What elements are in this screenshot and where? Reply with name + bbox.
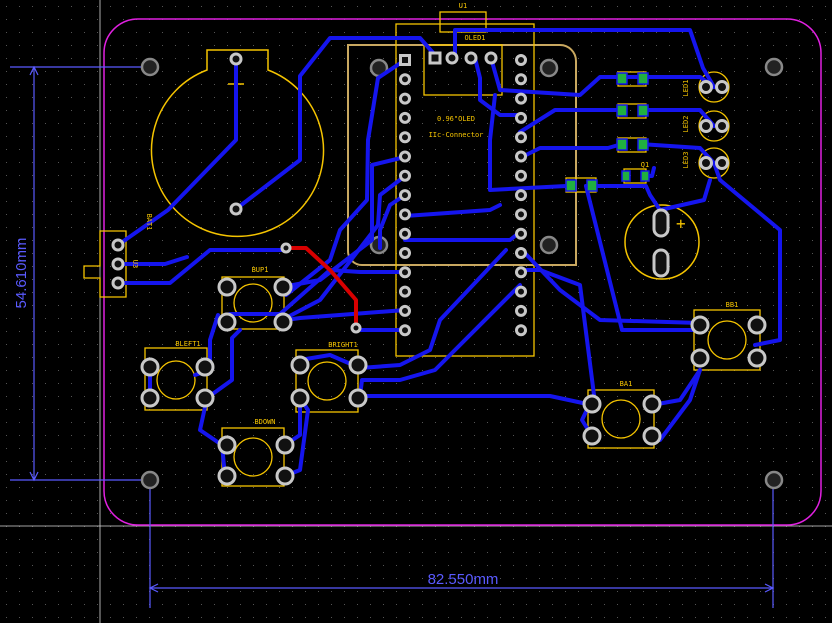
pad bbox=[515, 324, 527, 337]
pad bbox=[399, 247, 411, 259]
pad bbox=[217, 277, 237, 297]
pad bbox=[217, 312, 237, 332]
width-dimension-label: 82.550mm bbox=[428, 571, 499, 588]
pad bbox=[140, 388, 160, 408]
pad bbox=[582, 394, 602, 414]
pad bbox=[690, 315, 710, 335]
label-bup1: BUP1 bbox=[252, 266, 269, 274]
pad bbox=[747, 348, 767, 368]
pad bbox=[399, 266, 411, 279]
pad bbox=[111, 238, 125, 252]
pad bbox=[399, 111, 411, 124]
pad bbox=[515, 227, 527, 240]
pad bbox=[699, 156, 713, 170]
label-bb1: BB1 bbox=[726, 301, 739, 309]
pad bbox=[399, 54, 411, 66]
label-led2: LED2 bbox=[682, 116, 690, 133]
pad bbox=[515, 150, 527, 163]
pad bbox=[275, 466, 295, 486]
label-u1: U1 bbox=[459, 2, 467, 10]
pad bbox=[699, 80, 713, 94]
label-cap-plus: + bbox=[676, 214, 686, 233]
pad bbox=[515, 111, 527, 124]
height-dimension-label: 54.610mm bbox=[13, 238, 30, 309]
pad bbox=[399, 208, 411, 221]
pcb-layout: 82.550mm 54.610mm U1 OLED1 0.96"OLED IIc… bbox=[0, 0, 832, 623]
pad bbox=[690, 348, 710, 368]
label-led1: LED1 bbox=[682, 80, 690, 97]
pad bbox=[399, 189, 411, 202]
pcb-canvas: 82.550mm 54.610mm U1 OLED1 0.96"OLED IIc… bbox=[0, 0, 832, 623]
pad bbox=[515, 169, 527, 182]
pad bbox=[217, 435, 237, 455]
pad bbox=[399, 285, 411, 298]
pad bbox=[229, 52, 243, 66]
pad bbox=[515, 54, 527, 66]
pad bbox=[195, 357, 215, 377]
pad bbox=[515, 73, 527, 86]
pad bbox=[399, 131, 411, 144]
label-ba1: BA1 bbox=[620, 380, 633, 388]
pad bbox=[515, 266, 527, 279]
pad bbox=[428, 51, 442, 65]
pad bbox=[484, 51, 498, 65]
pad bbox=[715, 119, 729, 133]
label-q1: Q1 bbox=[641, 161, 649, 169]
pad bbox=[515, 131, 527, 144]
pad bbox=[515, 189, 527, 202]
pad bbox=[642, 394, 662, 414]
pad bbox=[515, 92, 527, 105]
pad bbox=[515, 208, 527, 221]
label-bdown: BDOWN bbox=[254, 418, 275, 426]
pad bbox=[275, 435, 295, 455]
label-bleft1: BLEFT1 bbox=[175, 340, 200, 348]
pad bbox=[747, 315, 767, 335]
pad bbox=[582, 426, 602, 446]
pad bbox=[350, 322, 362, 334]
pad bbox=[273, 312, 293, 332]
label-oled-connector: IIc-Connector bbox=[429, 131, 484, 139]
pad bbox=[464, 51, 478, 65]
label-u3: U3 bbox=[131, 260, 139, 268]
label-oled-type: 0.96"OLED bbox=[437, 115, 475, 123]
label-bat1: BAT1 bbox=[145, 214, 153, 231]
pad bbox=[399, 92, 411, 105]
pad bbox=[399, 227, 411, 240]
label-oled1: OLED1 bbox=[464, 34, 485, 42]
pad bbox=[348, 388, 368, 408]
pad bbox=[399, 150, 411, 163]
pad bbox=[515, 285, 527, 298]
pad bbox=[229, 202, 243, 216]
pad bbox=[699, 119, 713, 133]
pad bbox=[195, 388, 215, 408]
pad bbox=[290, 355, 310, 375]
pad bbox=[217, 466, 237, 486]
pad bbox=[515, 304, 527, 317]
pad bbox=[111, 257, 125, 271]
pad bbox=[111, 276, 125, 290]
pad bbox=[642, 426, 662, 446]
pad bbox=[399, 73, 411, 86]
pad bbox=[399, 304, 411, 317]
pad bbox=[348, 355, 368, 375]
pad bbox=[290, 388, 310, 408]
pad bbox=[399, 324, 411, 337]
pad bbox=[280, 242, 292, 254]
pad bbox=[140, 357, 160, 377]
pad bbox=[715, 80, 729, 94]
pad bbox=[715, 156, 729, 170]
label-bright1: BRIGHT1 bbox=[328, 341, 358, 349]
label-led3: LED3 bbox=[682, 152, 690, 169]
pad bbox=[445, 51, 459, 65]
pad bbox=[273, 277, 293, 297]
pad bbox=[399, 169, 411, 182]
pad bbox=[515, 247, 527, 259]
